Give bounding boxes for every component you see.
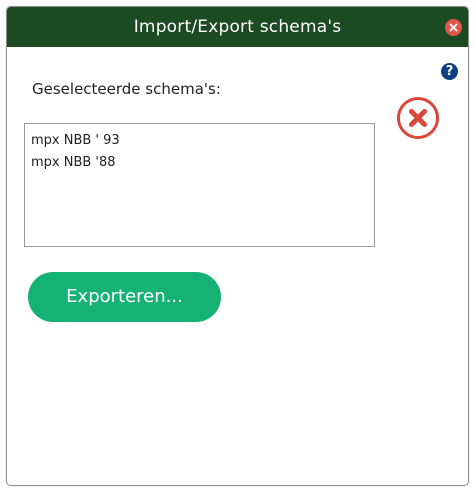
remove-icon[interactable] (396, 96, 440, 140)
window-title: Import/Export schema's (133, 17, 342, 37)
selection-label: Geselecteerde schema's: (32, 80, 221, 98)
close-icon[interactable] (445, 19, 462, 36)
help-icon[interactable]: ? (441, 63, 458, 80)
list-item[interactable]: mpx NBB ' 93 (31, 130, 374, 152)
list-item[interactable]: mpx NBB '88 (31, 152, 374, 174)
export-button[interactable]: Exporteren... (28, 272, 221, 322)
dialog-window: Import/Export schema's ? Geselecteerde s… (6, 6, 469, 486)
title-bar: Import/Export schema's (7, 7, 468, 47)
schema-list[interactable]: mpx NBB ' 93 mpx NBB '88 (24, 123, 375, 247)
